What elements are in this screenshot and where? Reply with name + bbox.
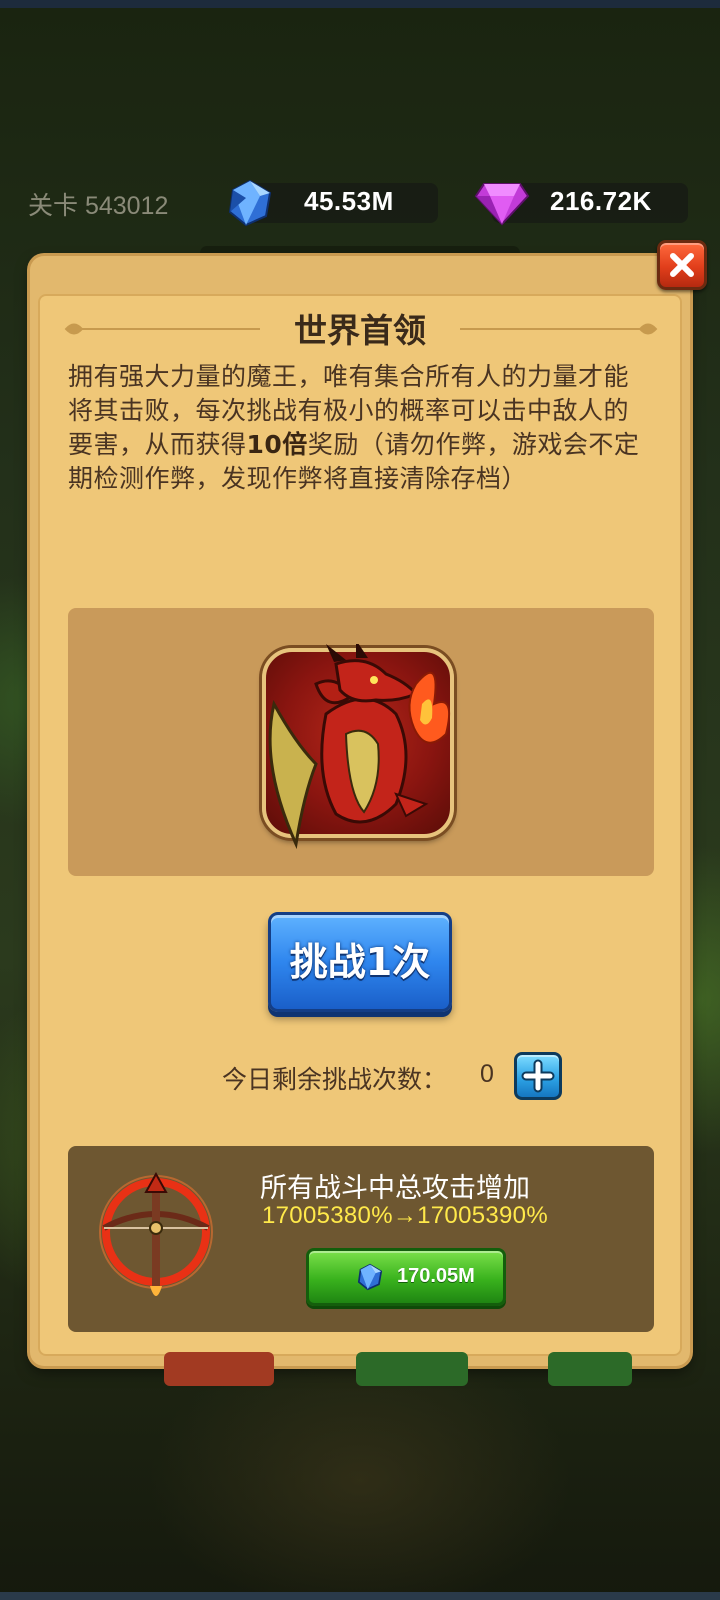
close-button[interactable] (657, 240, 707, 290)
navigation-bar (0, 1592, 720, 1600)
dialog-title: 世界首领 (294, 311, 426, 350)
crystal-icon (357, 1263, 383, 1291)
resource-hud: 关卡 543012 45.53M 216.72K (0, 178, 720, 227)
upgrade-title: 所有战斗中总攻击增加 (260, 1173, 530, 1204)
add-challenge-button[interactable] (514, 1052, 562, 1100)
upgrade-button[interactable]: 170.05M (306, 1248, 506, 1306)
crossbow-icon (99, 1171, 213, 1296)
upgrade-cost: 170.05M (397, 1265, 475, 1287)
obscured-button (548, 1352, 632, 1386)
status-bar (0, 0, 720, 8)
obscured-button (164, 1352, 274, 1386)
boss-description: 拥有强大力量的魔王，唯有集合所有人的力量才能将其击败，每次挑战有极小的概率可以击… (68, 360, 650, 496)
close-icon (670, 253, 694, 277)
crystal-counter: 45.53M (248, 183, 438, 223)
crystal-icon (228, 179, 272, 227)
remaining-challenges: 今日剩余挑战次数： 0 (218, 1052, 578, 1102)
remaining-label: 今日剩余挑战次数： (222, 1065, 448, 1094)
level-label: 关卡 543012 (28, 192, 169, 220)
remaining-count: 0 (480, 1060, 494, 1088)
upgrade-values: 17005380%→17005390% (262, 1202, 548, 1229)
challenge-button[interactable]: 挑战1次 (268, 912, 452, 1012)
dialog-header: 世界首领 (60, 300, 660, 356)
gem-value: 216.72K (550, 186, 652, 216)
description-highlight: 10倍 (246, 430, 308, 459)
plus-icon (521, 1059, 555, 1093)
crystal-value: 45.53M (304, 186, 394, 216)
gem-icon (474, 183, 530, 226)
obscured-button (356, 1352, 468, 1386)
dragon-icon (268, 644, 450, 850)
dragon-boss-portrait[interactable] (262, 644, 454, 850)
